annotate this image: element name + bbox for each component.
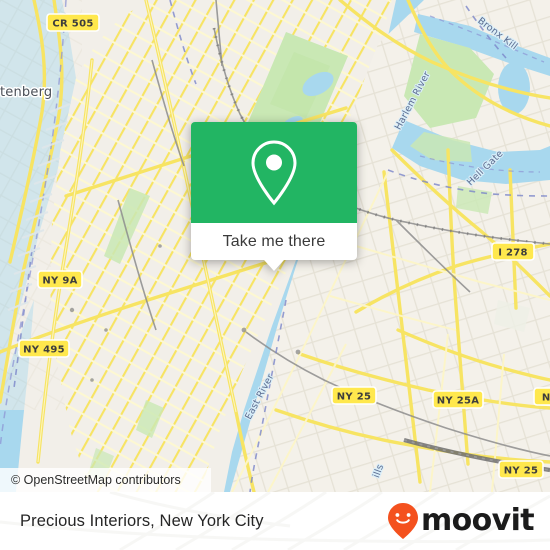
popup-action-area[interactable]: Take me there	[191, 223, 357, 271]
location-popup[interactable]: Take me there	[191, 122, 357, 271]
osm-attribution-text: © OpenStreetMap contributors	[11, 473, 181, 487]
page-title: Precious Interiors, New York City	[20, 511, 264, 530]
map-pin-icon	[251, 139, 297, 205]
svg-text:CR 505: CR 505	[52, 19, 93, 30]
guttenberg-label: tenberg	[0, 85, 52, 100]
moovit-wordmark: moovit	[420, 503, 535, 538]
svg-text:NY 25A: NY 25A	[437, 396, 480, 407]
svg-text:NY: NY	[542, 393, 550, 404]
svg-text:NY 25: NY 25	[337, 392, 372, 403]
svg-text:I 278: I 278	[498, 248, 528, 259]
shield-cr-505: CR 505	[46, 13, 100, 32]
map-page: Harlem River Bronx Kill Hell Gate East R…	[0, 0, 550, 550]
shield-ny-9a: NY 9A	[37, 270, 83, 289]
moovit-brand[interactable]: moovit	[386, 502, 550, 540]
svg-text:NY 25: NY 25	[504, 466, 539, 477]
moovit-smiling-pin-icon	[387, 503, 418, 539]
osm-attribution[interactable]: © OpenStreetMap contributors	[0, 468, 211, 492]
shield-ny-clipped: NY	[533, 387, 550, 406]
shield-i-278: I 278	[491, 242, 535, 261]
shield-ny-25-right: NY 25	[498, 460, 544, 479]
svg-text:NY 9A: NY 9A	[42, 276, 77, 287]
popup-tail	[264, 260, 284, 271]
shield-ny-25a: NY 25A	[432, 390, 484, 409]
shield-ny-25: NY 25	[331, 386, 377, 405]
shield-ny-495: NY 495	[18, 339, 70, 358]
footer-bar: Precious Interiors, New York City moovit	[0, 492, 550, 550]
popup-icon-area	[191, 122, 357, 223]
svg-text:NY 495: NY 495	[23, 345, 65, 356]
take-me-there-label: Take me there	[222, 232, 326, 250]
